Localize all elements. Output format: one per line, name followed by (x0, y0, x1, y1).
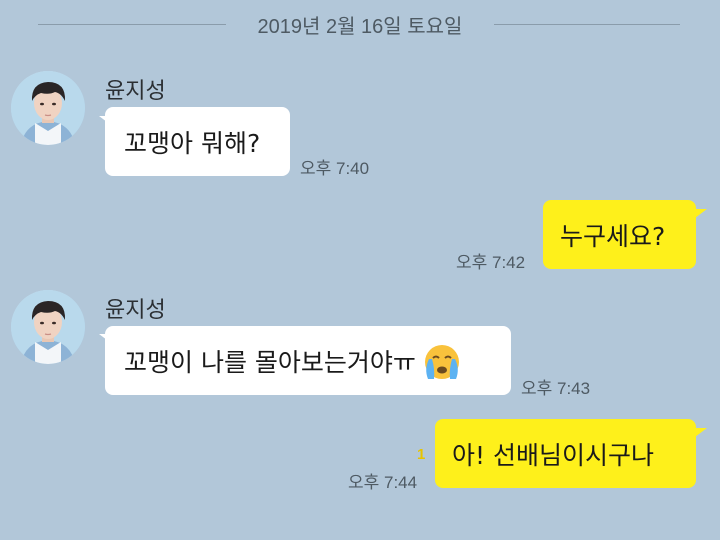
message-time: 오후 7:44 (348, 473, 418, 492)
message-bubble-incoming[interactable]: 꼬맹아 뭐해? (105, 107, 290, 176)
date-divider: 2019년 2월 16일 토요일 (0, 8, 720, 42)
message-time: 오후 7:40 (300, 159, 370, 178)
bubble-tail (695, 428, 707, 437)
sender-name: 윤지성 (105, 298, 166, 323)
crying-face-emoji-icon (420, 339, 464, 383)
message-time: 오후 7:42 (456, 253, 526, 272)
message-text: 꼬맹아 뭐해? (124, 128, 261, 158)
divider-line-left (38, 24, 226, 25)
message-text: 꼬맹이 나를 몰아보는거야ㅠ (124, 347, 416, 377)
message-bubble-incoming[interactable]: 꼬맹이 나를 몰아보는거야ㅠ (105, 326, 511, 395)
message-text: 아! 선배님이시구나 (452, 440, 654, 470)
divider-line-right (494, 24, 680, 25)
unread-count-badge: 1 (417, 446, 426, 463)
message-text: 누구세요? (560, 221, 666, 251)
sender-avatar[interactable] (11, 290, 85, 364)
date-label: 2019년 2월 16일 토요일 (257, 16, 463, 38)
message-time: 오후 7:43 (521, 379, 591, 398)
message-bubble-outgoing[interactable]: 누구세요? (543, 200, 696, 269)
bubble-tail (695, 209, 707, 218)
message-bubble-outgoing[interactable]: 아! 선배님이시구나 (435, 419, 696, 488)
sender-avatar[interactable] (11, 71, 85, 145)
sender-name: 윤지성 (105, 79, 166, 104)
